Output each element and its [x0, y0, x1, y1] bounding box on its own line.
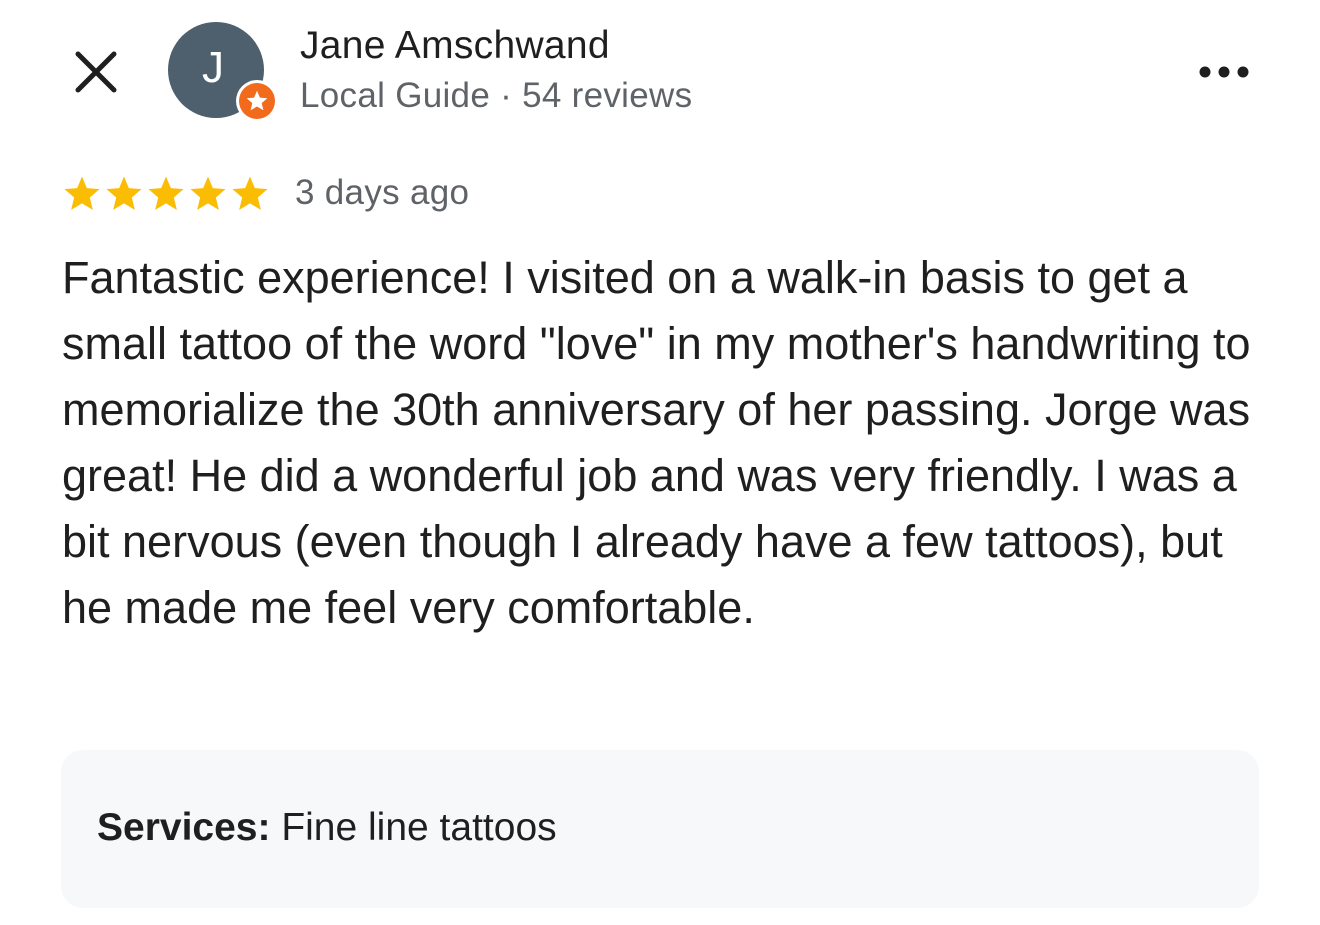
local-guide-badge [236, 80, 278, 122]
star-icon [232, 176, 268, 210]
services-line: Services: Fine line tattoos [97, 806, 557, 850]
services-value: Fine line tattoos [281, 806, 557, 849]
author-meta: Local Guide · 54 reviews [300, 76, 693, 115]
star-rating [62, 174, 270, 214]
local-guide-star-icon [246, 90, 268, 111]
star-icon [106, 176, 142, 210]
star-icon [64, 176, 100, 210]
review-text: Fantastic experience! I visited on a wal… [62, 252, 1251, 633]
more-horizontal-icon [1199, 66, 1249, 78]
review-date: 3 days ago [295, 173, 470, 212]
star-icon [148, 176, 184, 210]
avatar-initial: J [202, 43, 224, 92]
author-name[interactable]: Jane Amschwand [300, 24, 610, 68]
star-icon [190, 176, 226, 210]
services-label: Services: [97, 806, 271, 849]
close-button[interactable] [70, 46, 122, 98]
more-options-button[interactable] [1194, 52, 1254, 92]
services-box: Services: Fine line tattoos [61, 750, 1259, 908]
close-icon [75, 51, 117, 93]
